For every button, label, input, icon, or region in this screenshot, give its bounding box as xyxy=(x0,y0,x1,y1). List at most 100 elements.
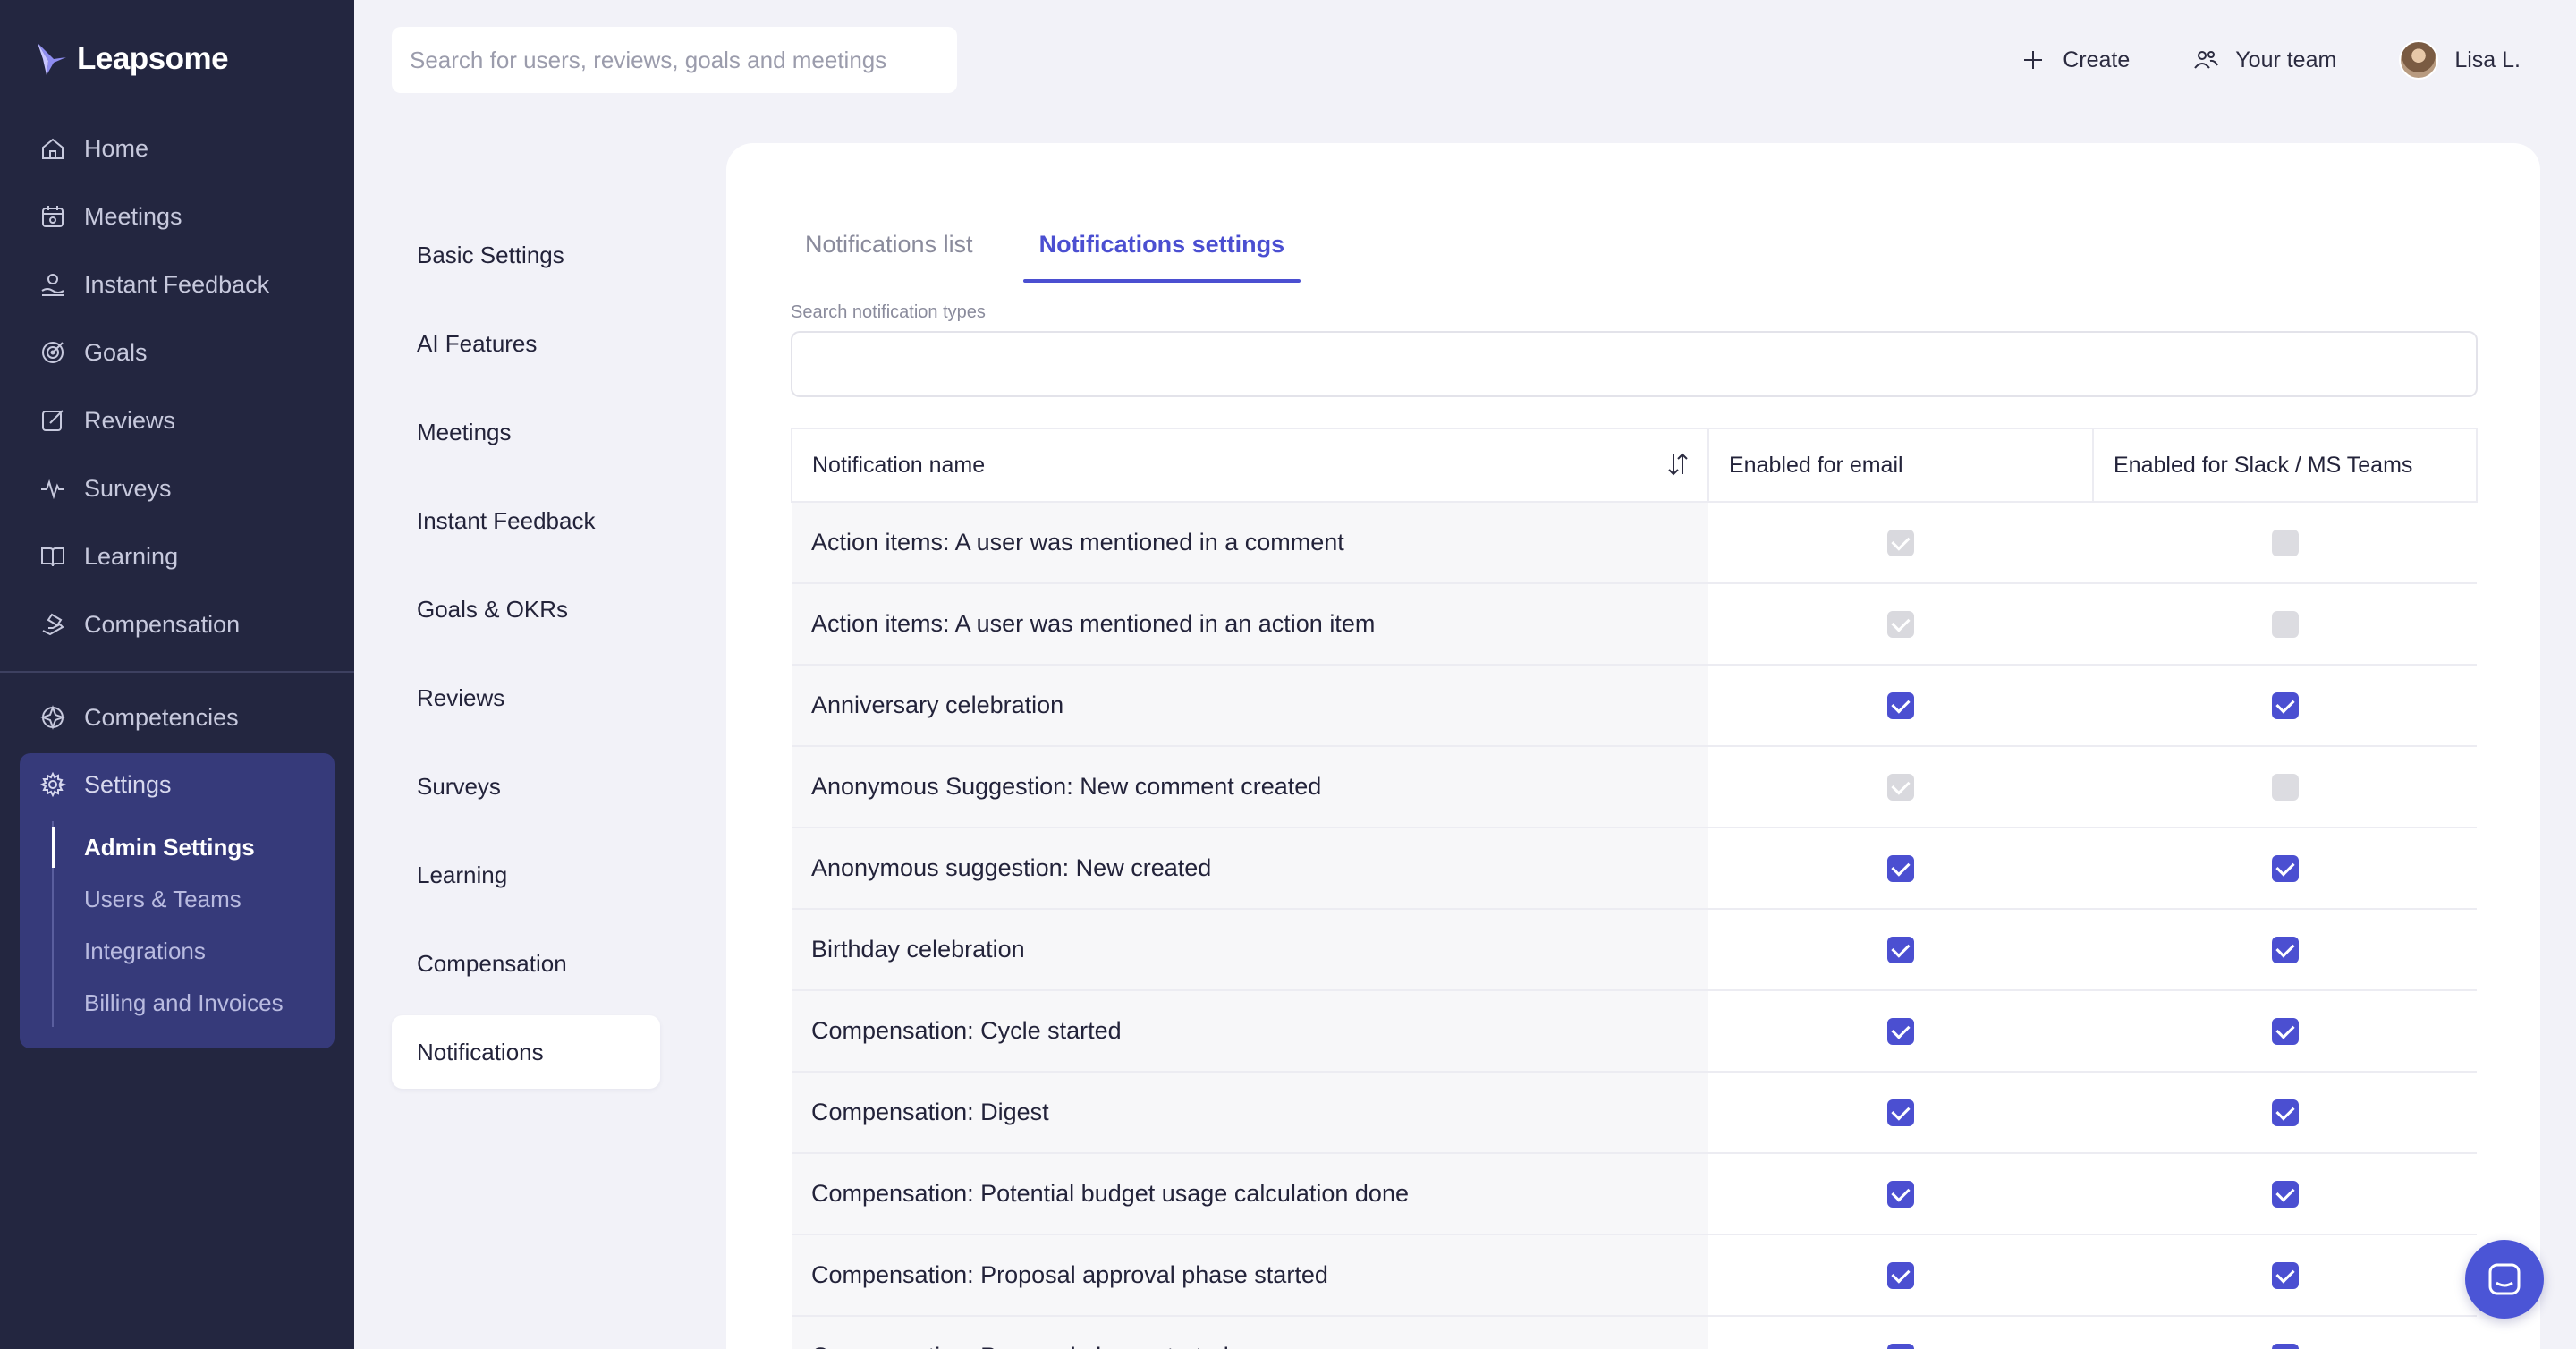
sidebar-item-label: Competencies xyxy=(84,703,239,731)
slack-cell xyxy=(2093,502,2477,584)
settings-menu-ai-features[interactable]: AI Features xyxy=(392,300,660,388)
email-checkbox[interactable] xyxy=(1887,937,1914,964)
main-nav: Home Meetings Instant Feedback Goals Rev… xyxy=(21,115,335,658)
brand-name: Leapsome xyxy=(77,41,229,76)
sidebar-item-compensation[interactable]: Compensation xyxy=(21,590,335,658)
email-checkbox xyxy=(1887,530,1914,557)
search-notification-input[interactable] xyxy=(792,333,2476,395)
settings-menu-learning[interactable]: Learning xyxy=(392,831,660,920)
settings-menu-surveys[interactable]: Surveys xyxy=(392,742,660,831)
email-cell xyxy=(1708,583,2093,666)
goals-icon xyxy=(42,342,64,363)
subnav-admin-settings[interactable]: Admin Settings xyxy=(54,821,284,873)
table-row: Birthday celebration xyxy=(792,909,2477,991)
slack-checkbox[interactable] xyxy=(2271,855,2299,883)
meetings-icon xyxy=(42,206,64,227)
slack-checkbox xyxy=(2271,774,2299,802)
sidebar-item-reviews[interactable]: Reviews xyxy=(21,386,335,454)
top-actions: Create Your team Lisa L. xyxy=(2020,27,2521,93)
create-label: Create xyxy=(2063,47,2131,72)
email-checkbox[interactable] xyxy=(1887,1262,1914,1290)
slack-checkbox[interactable] xyxy=(2271,1099,2299,1127)
email-checkbox[interactable] xyxy=(1887,855,1914,883)
settings-menu-goals-okrs[interactable]: Goals & OKRs xyxy=(392,565,660,654)
sidebar-item-label: Home xyxy=(84,134,149,162)
notification-name: Action items: A user was mentioned in a … xyxy=(792,502,1708,584)
sidebar-item-meetings[interactable]: Meetings xyxy=(21,182,335,250)
search-notification-box xyxy=(791,331,2478,397)
compensation-icon xyxy=(42,613,64,636)
chat-launcher-button[interactable] xyxy=(2465,1240,2544,1319)
slack-checkbox[interactable] xyxy=(2271,1018,2299,1046)
settings-menu-basic-settings[interactable]: Basic Settings xyxy=(392,211,660,300)
email-cell xyxy=(1708,746,2093,828)
sidebar-divider xyxy=(0,671,354,673)
user-menu[interactable]: Lisa L. xyxy=(2399,40,2521,80)
sidebar-item-competencies[interactable]: Competencies xyxy=(21,683,335,751)
settings-menu-notifications[interactable]: Notifications xyxy=(392,1015,660,1089)
table-row: Compensation: Potential budget usage cal… xyxy=(792,1153,2477,1235)
email-checkbox xyxy=(1887,774,1914,802)
settings-menu-reviews[interactable]: Reviews xyxy=(392,654,660,742)
sidebar-item-label: Compensation xyxy=(84,610,241,638)
slack-checkbox[interactable] xyxy=(2271,1344,2299,1349)
global-search-input[interactable] xyxy=(410,46,957,74)
slack-cell xyxy=(2093,583,2477,666)
column-header-label: Notification name xyxy=(812,452,986,478)
column-header-slack: Enabled for Slack / MS Teams xyxy=(2092,428,2478,503)
subnav-billing-invoices[interactable]: Billing and Invoices xyxy=(54,977,284,1029)
settings-menu-instant-feedback[interactable]: Instant Feedback xyxy=(392,477,660,565)
sidebar-item-learning[interactable]: Learning xyxy=(21,522,335,590)
email-cell xyxy=(1708,1316,2093,1349)
team-icon xyxy=(2194,51,2219,69)
sidebar-item-surveys[interactable]: Surveys xyxy=(21,454,335,522)
slack-checkbox[interactable] xyxy=(2271,1181,2299,1209)
settings-menu-compensation[interactable]: Compensation xyxy=(392,920,660,1008)
sidebar-item-settings[interactable]: Settings xyxy=(20,753,335,816)
email-checkbox[interactable] xyxy=(1887,1181,1914,1209)
notification-name: Compensation: Cycle started xyxy=(792,990,1708,1073)
email-checkbox[interactable] xyxy=(1887,692,1914,720)
notification-name: Compensation: Proposal phase started xyxy=(792,1316,1708,1349)
slack-checkbox[interactable] xyxy=(2271,937,2299,964)
sidebar-item-goals[interactable]: Goals xyxy=(21,318,335,386)
tab-notifications-list[interactable]: Notifications list xyxy=(789,225,989,283)
secondary-nav: Competencies xyxy=(21,683,335,751)
sidebar-item-home[interactable]: Home xyxy=(21,115,335,182)
sidebar-item-label: Reviews xyxy=(84,406,176,434)
tab-notifications-settings[interactable]: Notifications settings xyxy=(1022,225,1301,283)
email-cell xyxy=(1708,1072,2093,1154)
subnav-integrations[interactable]: Integrations xyxy=(54,925,284,977)
slack-checkbox[interactable] xyxy=(2271,692,2299,720)
email-checkbox[interactable] xyxy=(1887,1099,1914,1127)
slack-checkbox xyxy=(2271,611,2299,639)
subnav-users-teams[interactable]: Users & Teams xyxy=(54,873,284,925)
sidebar-item-label: Settings xyxy=(84,770,172,798)
global-search xyxy=(392,27,957,93)
brand-logo[interactable]: Leapsome xyxy=(36,41,229,77)
settings-menu-meetings[interactable]: Meetings xyxy=(392,388,660,477)
sort-icon[interactable] xyxy=(1665,451,1691,478)
feedback-icon xyxy=(41,274,64,296)
column-header-name[interactable]: Notification name xyxy=(791,428,1709,503)
sidebar-settings-group: Settings Admin Settings Users & Teams In… xyxy=(20,753,335,1048)
slack-checkbox[interactable] xyxy=(2271,1262,2299,1290)
notifications-table: Notification name Enabled for email Enab… xyxy=(791,428,2478,1349)
sidebar-item-instant-feedback[interactable]: Instant Feedback xyxy=(21,250,335,318)
notification-name: Anonymous Suggestion: New comment create… xyxy=(792,746,1708,828)
your-team-label: Your team xyxy=(2235,47,2337,72)
column-header-email: Enabled for email xyxy=(1707,428,2094,503)
email-checkbox[interactable] xyxy=(1887,1344,1914,1349)
table-header-row: Notification name Enabled for email Enab… xyxy=(791,428,2478,503)
sidebar-item-label: Goals xyxy=(84,338,148,366)
email-cell xyxy=(1708,665,2093,747)
email-checkbox[interactable] xyxy=(1887,1018,1914,1046)
your-team-button[interactable]: Your team xyxy=(2192,47,2336,73)
create-button[interactable]: Create xyxy=(2020,47,2130,73)
sidebar-item-label: Instant Feedback xyxy=(84,270,270,298)
email-cell xyxy=(1708,909,2093,991)
avatar xyxy=(2399,40,2439,80)
slack-cell xyxy=(2093,827,2477,910)
notification-name: Birthday celebration xyxy=(792,909,1708,991)
notification-name: Compensation: Potential budget usage cal… xyxy=(792,1153,1708,1235)
